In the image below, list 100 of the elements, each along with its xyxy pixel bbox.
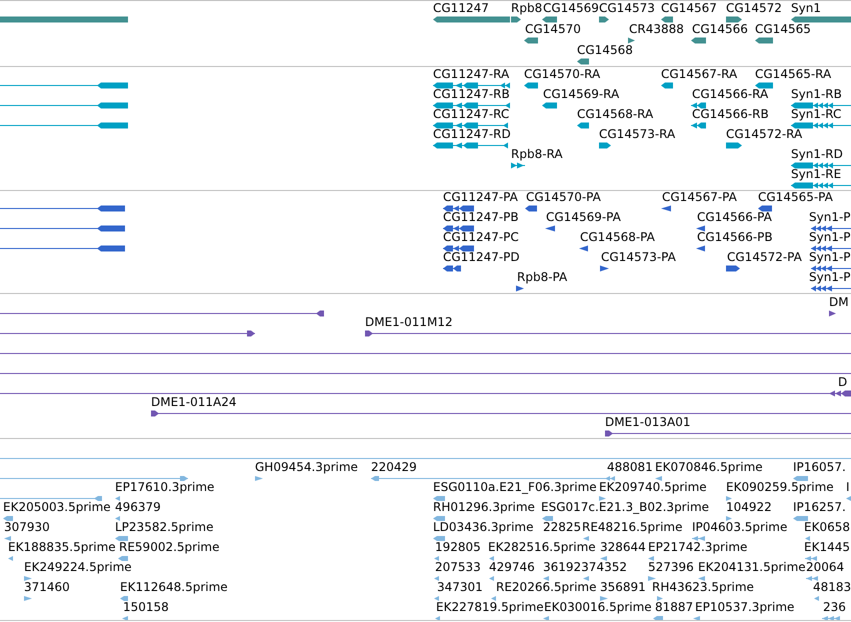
gene-feature[interactable] — [511, 16, 521, 22]
transcript-feature[interactable] — [433, 82, 510, 88]
polypeptide-feature[interactable] — [0, 226, 125, 232]
est-feature[interactable] — [489, 576, 494, 581]
transcript-feature[interactable] — [726, 142, 742, 148]
transcript-feature[interactable] — [0, 102, 128, 108]
polypeptide-feature[interactable] — [0, 246, 125, 252]
polypeptide-feature[interactable] — [696, 246, 705, 252]
transcript-feature[interactable] — [755, 82, 773, 88]
est-feature[interactable] — [543, 616, 549, 620]
est-feature[interactable] — [805, 556, 817, 561]
est-feature[interactable] — [793, 516, 808, 521]
est-feature[interactable] — [583, 576, 589, 581]
est-feature[interactable] — [0, 476, 188, 481]
est-feature[interactable] — [726, 516, 732, 521]
est-feature[interactable] — [542, 516, 553, 521]
transcript-feature[interactable] — [791, 122, 851, 128]
est-feature[interactable] — [653, 616, 663, 620]
gene-feature[interactable] — [542, 16, 557, 22]
est-feature[interactable] — [489, 556, 494, 561]
gene-feature[interactable] — [726, 16, 742, 22]
polypeptide-feature[interactable] — [600, 266, 609, 272]
gene-feature[interactable] — [791, 16, 851, 22]
transcript-feature[interactable] — [577, 122, 589, 128]
est-feature[interactable] — [846, 496, 851, 501]
gene-feature[interactable] — [661, 16, 673, 22]
gene-feature[interactable] — [577, 58, 589, 64]
transcript-feature[interactable] — [433, 142, 508, 148]
est-feature[interactable] — [698, 576, 705, 581]
gene-feature[interactable] — [755, 38, 773, 44]
est-feature[interactable] — [793, 476, 808, 481]
est-feature[interactable] — [692, 536, 705, 541]
est-feature[interactable] — [8, 556, 13, 561]
polypeptide-feature[interactable] — [579, 246, 588, 252]
est-feature[interactable] — [3, 516, 13, 521]
est-feature[interactable] — [255, 476, 263, 481]
est-feature[interactable] — [433, 516, 445, 521]
clone-feature[interactable] — [605, 430, 851, 436]
est-feature[interactable] — [434, 596, 439, 601]
est-feature[interactable] — [822, 616, 840, 620]
est-feature[interactable] — [434, 556, 439, 561]
polypeptide-feature[interactable] — [758, 206, 772, 212]
transcript-feature[interactable] — [433, 102, 510, 108]
transcript-feature[interactable] — [791, 162, 851, 168]
transcript-feature[interactable] — [0, 122, 128, 128]
est-feature[interactable] — [491, 596, 496, 601]
est-feature[interactable] — [434, 576, 439, 581]
est-feature[interactable] — [115, 516, 120, 521]
est-feature[interactable] — [115, 536, 128, 541]
transcript-feature[interactable] — [691, 122, 706, 128]
polypeptide-feature[interactable] — [443, 206, 474, 212]
transcript-feature[interactable] — [433, 122, 508, 128]
est-feature[interactable] — [648, 576, 656, 581]
transcript-feature[interactable] — [791, 182, 851, 188]
est-feature[interactable] — [4, 536, 11, 541]
polypeptide-feature[interactable] — [811, 286, 851, 292]
transcript-feature[interactable] — [511, 162, 525, 168]
polypeptide-feature[interactable] — [443, 226, 474, 232]
est-feature[interactable] — [371, 476, 607, 481]
transcript-feature[interactable] — [599, 142, 611, 148]
polypeptide-feature[interactable] — [545, 226, 555, 232]
est-feature[interactable] — [433, 496, 445, 501]
transcript-feature[interactable] — [691, 102, 706, 108]
transcript-feature[interactable] — [542, 102, 557, 108]
est-feature[interactable] — [0, 496, 102, 501]
gene-feature[interactable] — [599, 16, 609, 22]
est-feature[interactable] — [583, 536, 589, 541]
polypeptide-feature[interactable] — [811, 246, 851, 252]
est-feature[interactable] — [726, 496, 732, 501]
polypeptide-feature[interactable] — [443, 266, 461, 272]
est-feature[interactable] — [433, 536, 445, 541]
polypeptide-feature[interactable] — [525, 206, 537, 212]
clone-feature[interactable] — [365, 330, 851, 336]
est-feature[interactable] — [24, 596, 32, 601]
est-feature[interactable] — [115, 496, 120, 501]
gene-feature[interactable] — [691, 38, 706, 44]
gene-feature[interactable] — [628, 38, 635, 44]
est-feature[interactable] — [648, 556, 654, 561]
est-feature[interactable] — [435, 616, 440, 620]
polypeptide-feature[interactable] — [661, 206, 671, 212]
est-feature[interactable] — [600, 596, 608, 601]
transcript-feature[interactable] — [791, 102, 851, 108]
polypeptide-feature[interactable] — [0, 206, 125, 212]
est-feature[interactable] — [122, 616, 128, 620]
polypeptide-feature[interactable] — [811, 226, 851, 232]
est-feature[interactable] — [118, 556, 128, 561]
est-feature[interactable] — [805, 536, 810, 541]
est-feature[interactable] — [693, 616, 700, 620]
transcript-feature[interactable] — [0, 82, 128, 88]
est-feature[interactable] — [806, 576, 818, 581]
clone-feature[interactable] — [829, 390, 851, 396]
clone-feature[interactable] — [0, 330, 255, 336]
clone-feature[interactable] — [151, 410, 851, 416]
polypeptide-feature[interactable] — [443, 246, 474, 252]
clone-feature[interactable] — [0, 310, 324, 316]
transcript-feature[interactable] — [524, 82, 538, 88]
est-feature[interactable] — [543, 576, 549, 581]
polypeptide-feature[interactable] — [516, 286, 524, 292]
est-feature[interactable] — [605, 476, 615, 481]
gene-feature[interactable] — [524, 38, 538, 44]
